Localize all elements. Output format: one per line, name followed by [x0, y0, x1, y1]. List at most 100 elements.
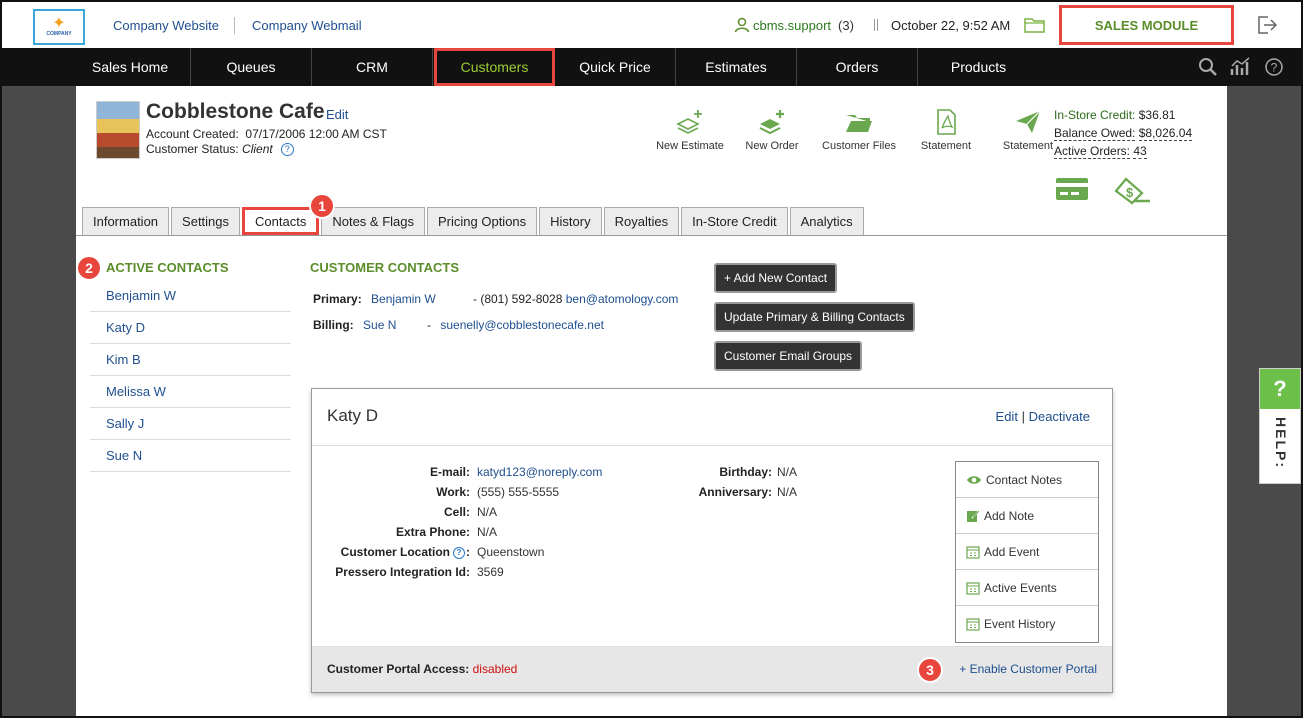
anniversary-label: Anniversary: — [698, 485, 772, 499]
statement-pdf-button[interactable]: Statement — [906, 108, 986, 152]
active-orders-label: Active Orders: — [1054, 144, 1131, 159]
email-label: E-mail: — [429, 465, 470, 479]
sales-module-button[interactable]: SALES MODULE — [1059, 5, 1234, 45]
customer-email-groups-button[interactable]: Customer Email Groups — [714, 341, 863, 371]
contact-notes-menu: Contact Notes Add Note Add Event Active … — [955, 461, 1099, 643]
new-order-button[interactable]: New Order — [732, 108, 812, 152]
billing-contact-link[interactable]: Sue N — [363, 318, 396, 332]
nav-customers[interactable]: Customers — [434, 48, 555, 86]
svg-text:$: $ — [1126, 185, 1134, 200]
company-webmail-link[interactable]: Company Webmail — [252, 18, 362, 33]
nav-estimates[interactable]: Estimates — [676, 48, 797, 86]
tab-contacts[interactable]: Contacts — [242, 207, 320, 235]
add-note-item[interactable]: Add Note — [956, 498, 1098, 534]
cell-label: Cell: — [443, 505, 470, 519]
contact-item-sue-n[interactable]: Sue N — [90, 440, 291, 472]
nav-icons: ? — [1198, 57, 1284, 77]
help-tab[interactable]: ? HELP: — [1259, 368, 1301, 484]
tab-settings[interactable]: Settings — [171, 207, 241, 235]
customer-avatar — [96, 101, 140, 159]
user-menu[interactable]: cbms.support (3) — [734, 17, 854, 33]
edit-contact-link[interactable]: Edit — [996, 409, 1018, 424]
help-circle-icon[interactable]: ? — [1264, 57, 1284, 77]
contact-item-benjamin-w[interactable]: Benjamin W — [90, 280, 291, 312]
event-history-item[interactable]: Event History — [956, 606, 1098, 642]
birthday-label: Birthday: — [719, 465, 772, 479]
location-help-icon[interactable]: ? — [453, 546, 465, 559]
account-info: Account Created: 07/17/2006 12:00 AM CST… — [146, 127, 387, 157]
update-primary-billing-button[interactable]: Update Primary & Billing Contacts — [714, 302, 915, 332]
analytics-icon[interactable] — [1230, 57, 1252, 77]
instore-credit-value: $36.81 — [1138, 108, 1176, 122]
contact-item-sally-j[interactable]: Sally J — [90, 408, 291, 440]
current-datetime: October 22, 9:52 AM — [891, 18, 1011, 33]
nav-quick-price[interactable]: Quick Price — [555, 48, 676, 86]
statement-label: Statement — [920, 140, 972, 152]
billing-email-link[interactable]: suenelly@cobblestonecafe.net — [440, 318, 604, 332]
search-icon[interactable] — [1198, 57, 1218, 77]
eye-icon — [967, 475, 981, 484]
tab-analytics[interactable]: Analytics — [789, 207, 864, 235]
new-estimate-button[interactable]: New Estimate — [650, 108, 730, 152]
folder-open-icon — [846, 115, 872, 132]
tab-history[interactable]: History — [539, 207, 602, 235]
customer-name: Cobblestone Cafe — [146, 100, 325, 123]
nav-crm[interactable]: CRM — [312, 48, 433, 86]
portal-access-label: Customer Portal Access: — [327, 662, 470, 676]
primary-phone: - (801) 592-8028 — [473, 292, 563, 306]
company-logo[interactable]: ✦ COMPANY — [33, 9, 85, 45]
card-header: Katy D Edit | Deactivate — [312, 389, 1112, 446]
primary-label: Primary: — [313, 292, 362, 306]
tab-pricing-options[interactable]: Pricing Options — [427, 207, 538, 235]
work-value: (555) 555-5555 — [477, 485, 560, 499]
tab-royalties[interactable]: Royalties — [603, 207, 680, 235]
instore-credit-label: In-Store Credit: — [1054, 108, 1136, 122]
contact-field-values: katyd123@noreply.com (555) 555-5555 N/A … — [477, 462, 602, 582]
active-events-label: Active Events — [984, 580, 1057, 595]
contact-detail-card: Katy D Edit | Deactivate E-mail: Work: C… — [311, 388, 1113, 693]
active-events-item[interactable]: Active Events — [956, 570, 1098, 606]
add-event-item[interactable]: Add Event — [956, 534, 1098, 570]
payment-tag-icon[interactable]: $ — [1112, 175, 1152, 205]
contact-item-kim-b[interactable]: Kim B — [90, 344, 291, 376]
work-label: Work: — [436, 485, 470, 499]
credit-card-icon[interactable] — [1054, 175, 1090, 203]
primary-email-link[interactable]: ben@atomology.com — [566, 292, 679, 306]
contact-field-labels: E-mail: Work: Cell: Extra Phone: Custome… — [322, 462, 470, 582]
add-new-contact-button[interactable]: + Add New Contact — [714, 263, 838, 293]
nav-orders[interactable]: Orders — [797, 48, 918, 86]
balance-owed-value[interactable]: $8,026.04 — [1138, 126, 1193, 141]
contact-notes-item[interactable]: Contact Notes — [956, 462, 1098, 498]
card-footer: Customer Portal Access: disabled + Enabl… — [312, 646, 1112, 692]
date-field-values: N/A N/A — [777, 462, 797, 502]
active-orders-value[interactable]: 43 — [1133, 144, 1147, 159]
enable-customer-portal-link[interactable]: + Enable Customer Portal — [959, 662, 1097, 676]
nav-products[interactable]: Products — [918, 48, 1039, 86]
contact-notes-label: Contact Notes — [986, 472, 1063, 487]
contact-item-melissa-w[interactable]: Melissa W — [90, 376, 291, 408]
customer-location-label: Customer Location — [340, 545, 450, 559]
customer-status-value: Client — [242, 142, 273, 156]
tab-notes-flags[interactable]: Notes & Flags — [321, 207, 425, 235]
top-bar: ✦ COMPANY Company Website Company Webmai… — [2, 2, 1301, 48]
contact-item-katy-d[interactable]: Katy D — [90, 312, 291, 344]
payment-icons: $ — [1054, 175, 1152, 205]
cell-value: N/A — [477, 505, 498, 519]
new-estimate-label: New Estimate — [656, 140, 724, 152]
tab-instore-credit[interactable]: In-Store Credit — [681, 207, 788, 235]
nav-sales-home[interactable]: Sales Home — [70, 48, 191, 86]
user-icon — [734, 17, 750, 33]
contact-email-link[interactable]: katyd123@noreply.com — [477, 465, 602, 479]
folder-icon[interactable] — [1024, 16, 1046, 37]
logout-icon[interactable] — [1256, 15, 1278, 38]
primary-contact-link[interactable]: Benjamin W — [371, 292, 436, 306]
deactivate-contact-link[interactable]: Deactivate — [1029, 409, 1090, 424]
status-help-icon[interactable]: ? — [280, 143, 294, 157]
company-website-link[interactable]: Company Website — [113, 18, 219, 33]
nav-queues[interactable]: Queues — [191, 48, 312, 86]
customer-files-button[interactable]: Customer Files — [814, 108, 904, 152]
add-note-label: Add Note — [984, 508, 1035, 523]
balance-owed-label: Balance Owed: — [1054, 126, 1136, 141]
edit-customer-link[interactable]: Edit — [326, 107, 348, 122]
tab-information[interactable]: Information — [82, 207, 170, 235]
